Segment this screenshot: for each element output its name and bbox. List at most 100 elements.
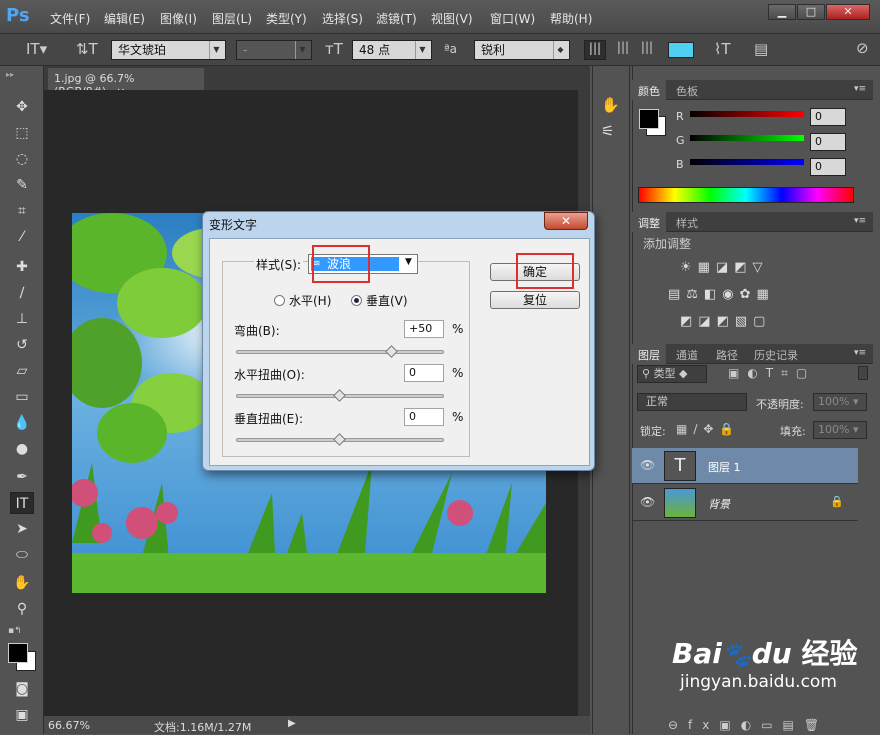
status-menu-arrow-icon[interactable]: ▶ [288, 718, 296, 729]
adjustment-icons-row-2[interactable]: ▤⚖◧◉✿▦ [668, 287, 775, 302]
brush-tool-icon[interactable]: ∕ [10, 282, 34, 304]
blue-slider[interactable] [690, 159, 804, 165]
tab-styles[interactable]: 样式 [670, 212, 704, 232]
horizontal-radio[interactable] [274, 295, 285, 306]
bend-input[interactable]: +50 [404, 320, 444, 338]
quick-mask-icon[interactable]: ◙ [10, 678, 34, 700]
text-color-swatch[interactable] [668, 42, 694, 58]
blend-mode-select[interactable]: 正常 [637, 393, 747, 411]
gradient-tool-icon[interactable]: ▭ [10, 386, 34, 408]
zoom-tool-icon[interactable]: ⚲ [10, 598, 34, 620]
red-slider[interactable] [690, 111, 804, 117]
type-tool-icon[interactable]: ⅠT [10, 492, 34, 514]
type-tool-preset-icon[interactable]: ⅠT▾ [26, 40, 47, 58]
eyedropper-tool-icon[interactable]: ⁄ [10, 226, 34, 248]
align-left-icon[interactable]: ||| [584, 40, 606, 60]
align-center-icon[interactable]: ||| [612, 40, 634, 60]
opacity-input[interactable]: 100% ▾ [813, 393, 867, 411]
blue-input[interactable]: 0 [810, 158, 846, 176]
tab-color[interactable]: 颜色 [632, 80, 666, 100]
tab-channels[interactable]: 通道 [670, 344, 704, 364]
bend-slider-track[interactable] [236, 350, 444, 354]
clone-stamp-tool-icon[interactable]: ⊥ [10, 308, 34, 330]
menu-select[interactable]: 选择(S) [322, 10, 363, 27]
color-spectrum[interactable] [638, 187, 854, 203]
tab-history[interactable]: 历史记录 [748, 344, 804, 364]
layer-filter-select[interactable]: ⚲ 类型 ◆ [637, 365, 707, 383]
pen-tool-icon[interactable]: ✒ [10, 466, 34, 488]
menu-filter[interactable]: 滤镜(T) [376, 10, 417, 27]
crop-tool-icon[interactable]: ⌗ [10, 200, 34, 222]
layer-row-background[interactable]: 👁 背景 🔒 [632, 485, 858, 521]
font-family-select[interactable]: 华文琥珀 ▼ [111, 40, 226, 60]
align-right-icon[interactable]: ||| [636, 40, 658, 60]
tab-layers[interactable]: 图层 [632, 344, 666, 364]
zoom-level[interactable]: 66.67% [48, 719, 90, 732]
eraser-tool-icon[interactable]: ▱ [10, 360, 34, 382]
lock-icons[interactable]: ▦∕✥🔒 [676, 422, 740, 436]
menu-edit[interactable]: 编辑(E) [104, 10, 145, 27]
lasso-tool-icon[interactable]: ◌ [10, 148, 34, 170]
tab-swatches[interactable]: 色板 [670, 80, 704, 100]
panel-menu-icon[interactable]: ▾≡ [854, 348, 866, 358]
ellipse-tool-icon[interactable]: ⬭ [10, 544, 34, 566]
screen-mode-icon[interactable]: ▣ [10, 704, 34, 726]
reset-button[interactable]: 复位 [490, 291, 580, 309]
fill-input[interactable]: 100% ▾ [813, 421, 867, 439]
minimize-button[interactable]: ▁ [768, 4, 796, 20]
vertical-distortion-input[interactable]: 0 [404, 408, 444, 426]
layer-name[interactable]: 背景 [708, 496, 730, 512]
font-size-select[interactable]: 48 点 ▼ [352, 40, 432, 60]
toggle-text-orientation-icon[interactable]: ⇅T [76, 40, 98, 58]
maximize-button[interactable]: □ [797, 4, 825, 20]
tab-adjustments[interactable]: 调整 [632, 212, 666, 232]
adjustment-icons-row-1[interactable]: ☀▦◪◩▽ [680, 260, 769, 275]
horizontal-distortion-input[interactable]: 0 [404, 364, 444, 382]
adjustment-icons-row-3[interactable]: ◩◪◩▧▢ [680, 314, 771, 329]
collapse-icon[interactable]: ▸▸ [6, 70, 14, 79]
menu-file[interactable]: 文件(F) [50, 10, 90, 27]
green-input[interactable]: 0 [810, 133, 846, 151]
panel-menu-icon[interactable]: ▾≡ [854, 216, 866, 226]
path-select-tool-icon[interactable]: ➤ [10, 518, 34, 540]
menu-help[interactable]: 帮助(H) [550, 10, 592, 27]
vertical-label[interactable]: 垂直(V) [366, 292, 408, 309]
layer-row-text[interactable]: 👁 T 图层 1 [632, 448, 858, 484]
dialog-close-button[interactable]: ✕ [544, 212, 588, 230]
cancel-icon[interactable]: ⊘ [856, 39, 869, 57]
hand-tool-icon[interactable]: ✋ [10, 572, 34, 594]
filter-toggle[interactable] [858, 366, 868, 380]
character-panel-icon[interactable]: ▤ [754, 40, 768, 58]
brush-preset-icon[interactable]: ✋ [601, 96, 620, 114]
marquee-tool-icon[interactable]: ⬚ [10, 122, 34, 144]
menu-window[interactable]: 窗口(W) [490, 10, 535, 27]
layer-filter-icons[interactable]: ▣◐T⌗▢ [728, 366, 815, 381]
menu-view[interactable]: 视图(V) [431, 10, 473, 27]
default-colors-icon[interactable]: ▪↰ [8, 626, 22, 636]
history-brush-tool-icon[interactable]: ↺ [10, 334, 34, 356]
menu-image[interactable]: 图像(I) [160, 10, 197, 27]
antialias-select[interactable]: 锐利 ◆ [474, 40, 570, 60]
vertical-radio[interactable] [351, 295, 362, 306]
quick-select-tool-icon[interactable]: ✎ [10, 174, 34, 196]
close-window-button[interactable]: ✕ [826, 4, 870, 20]
move-tool-icon[interactable]: ✥ [10, 96, 34, 118]
visibility-eye-icon[interactable]: 👁 [640, 495, 655, 509]
layer-name[interactable]: 图层 1 [708, 459, 741, 475]
green-slider[interactable] [690, 135, 804, 141]
warp-text-icon[interactable]: ⌇T [714, 40, 731, 58]
foreground-color-swatch[interactable] [8, 643, 28, 663]
layer-footer-icons[interactable]: ⊖fx▣◐▭▤🗑 [668, 718, 829, 732]
font-style-select[interactable]: - ▼ [236, 40, 312, 60]
horizontal-label[interactable]: 水平(H) [289, 292, 331, 309]
dodge-tool-icon[interactable]: ● [10, 438, 34, 460]
tab-paths[interactable]: 路径 [710, 344, 744, 364]
brush-settings-icon[interactable]: ⚟ [601, 122, 614, 140]
blur-tool-icon[interactable]: 💧 [10, 412, 34, 434]
menu-layer[interactable]: 图层(L) [212, 10, 252, 27]
red-input[interactable]: 0 [810, 108, 846, 126]
foreground-color-swatch[interactable] [639, 109, 659, 129]
visibility-eye-icon[interactable]: 👁 [640, 458, 655, 472]
panel-menu-icon[interactable]: ▾≡ [854, 84, 866, 94]
healing-brush-tool-icon[interactable]: ✚ [10, 256, 34, 278]
